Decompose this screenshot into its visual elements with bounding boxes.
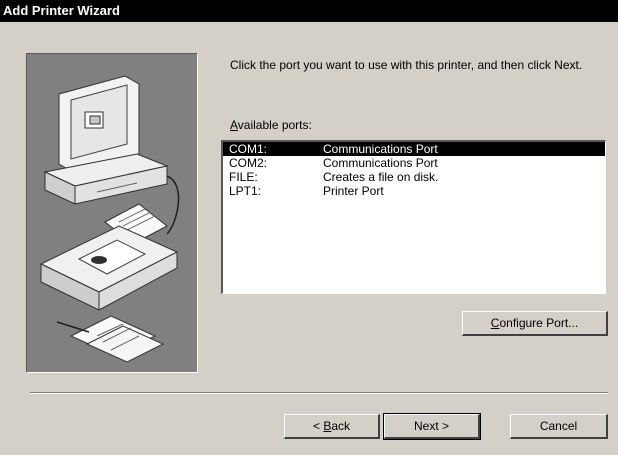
port-description: Creates a file on disk. (323, 170, 439, 184)
port-row-com1[interactable]: COM1: Communications Port (223, 142, 605, 156)
instruction-text: Click the port you want to use with this… (230, 58, 583, 72)
button-separator (30, 392, 608, 394)
add-printer-wizard-window: Add Printer Wizard Click the port you wa… (0, 0, 618, 455)
port-row-file[interactable]: FILE: Creates a file on disk. (223, 170, 605, 184)
port-name: COM1: (229, 142, 268, 156)
configure-port-label: onfigure Port... (499, 316, 579, 330)
port-description: Communications Port (323, 142, 438, 156)
computer-printer-illustration-icon (39, 75, 180, 363)
back-prefix: < (312, 419, 324, 433)
next-button[interactable]: Next > (383, 413, 481, 440)
available-ports-label: Available ports: (230, 118, 312, 132)
port-description: Printer Port (323, 184, 384, 198)
wizard-illustration (26, 53, 198, 373)
port-name: LPT1: (229, 184, 262, 198)
window-title: Add Printer Wizard (3, 3, 120, 18)
port-row-com2[interactable]: COM2: Communications Port (223, 156, 605, 170)
configure-port-button[interactable]: Configure Port... (462, 311, 608, 336)
port-row-lpt1[interactable]: LPT1: Printer Port (223, 184, 605, 198)
port-name: COM2: (229, 156, 268, 170)
title-bar[interactable]: Add Printer Wizard (0, 0, 618, 22)
port-name: FILE: (229, 170, 258, 184)
back-label: ack (331, 419, 351, 433)
cancel-button[interactable]: Cancel (510, 414, 608, 439)
available-ports-listbox[interactable]: COM1: Communications Port COM2: Communic… (221, 140, 606, 294)
available-ports-hotkey: A (230, 118, 238, 132)
back-button[interactable]: < Back (284, 414, 380, 439)
port-description: Communications Port (323, 156, 438, 170)
available-ports-label-text: vailable ports: (237, 118, 312, 132)
